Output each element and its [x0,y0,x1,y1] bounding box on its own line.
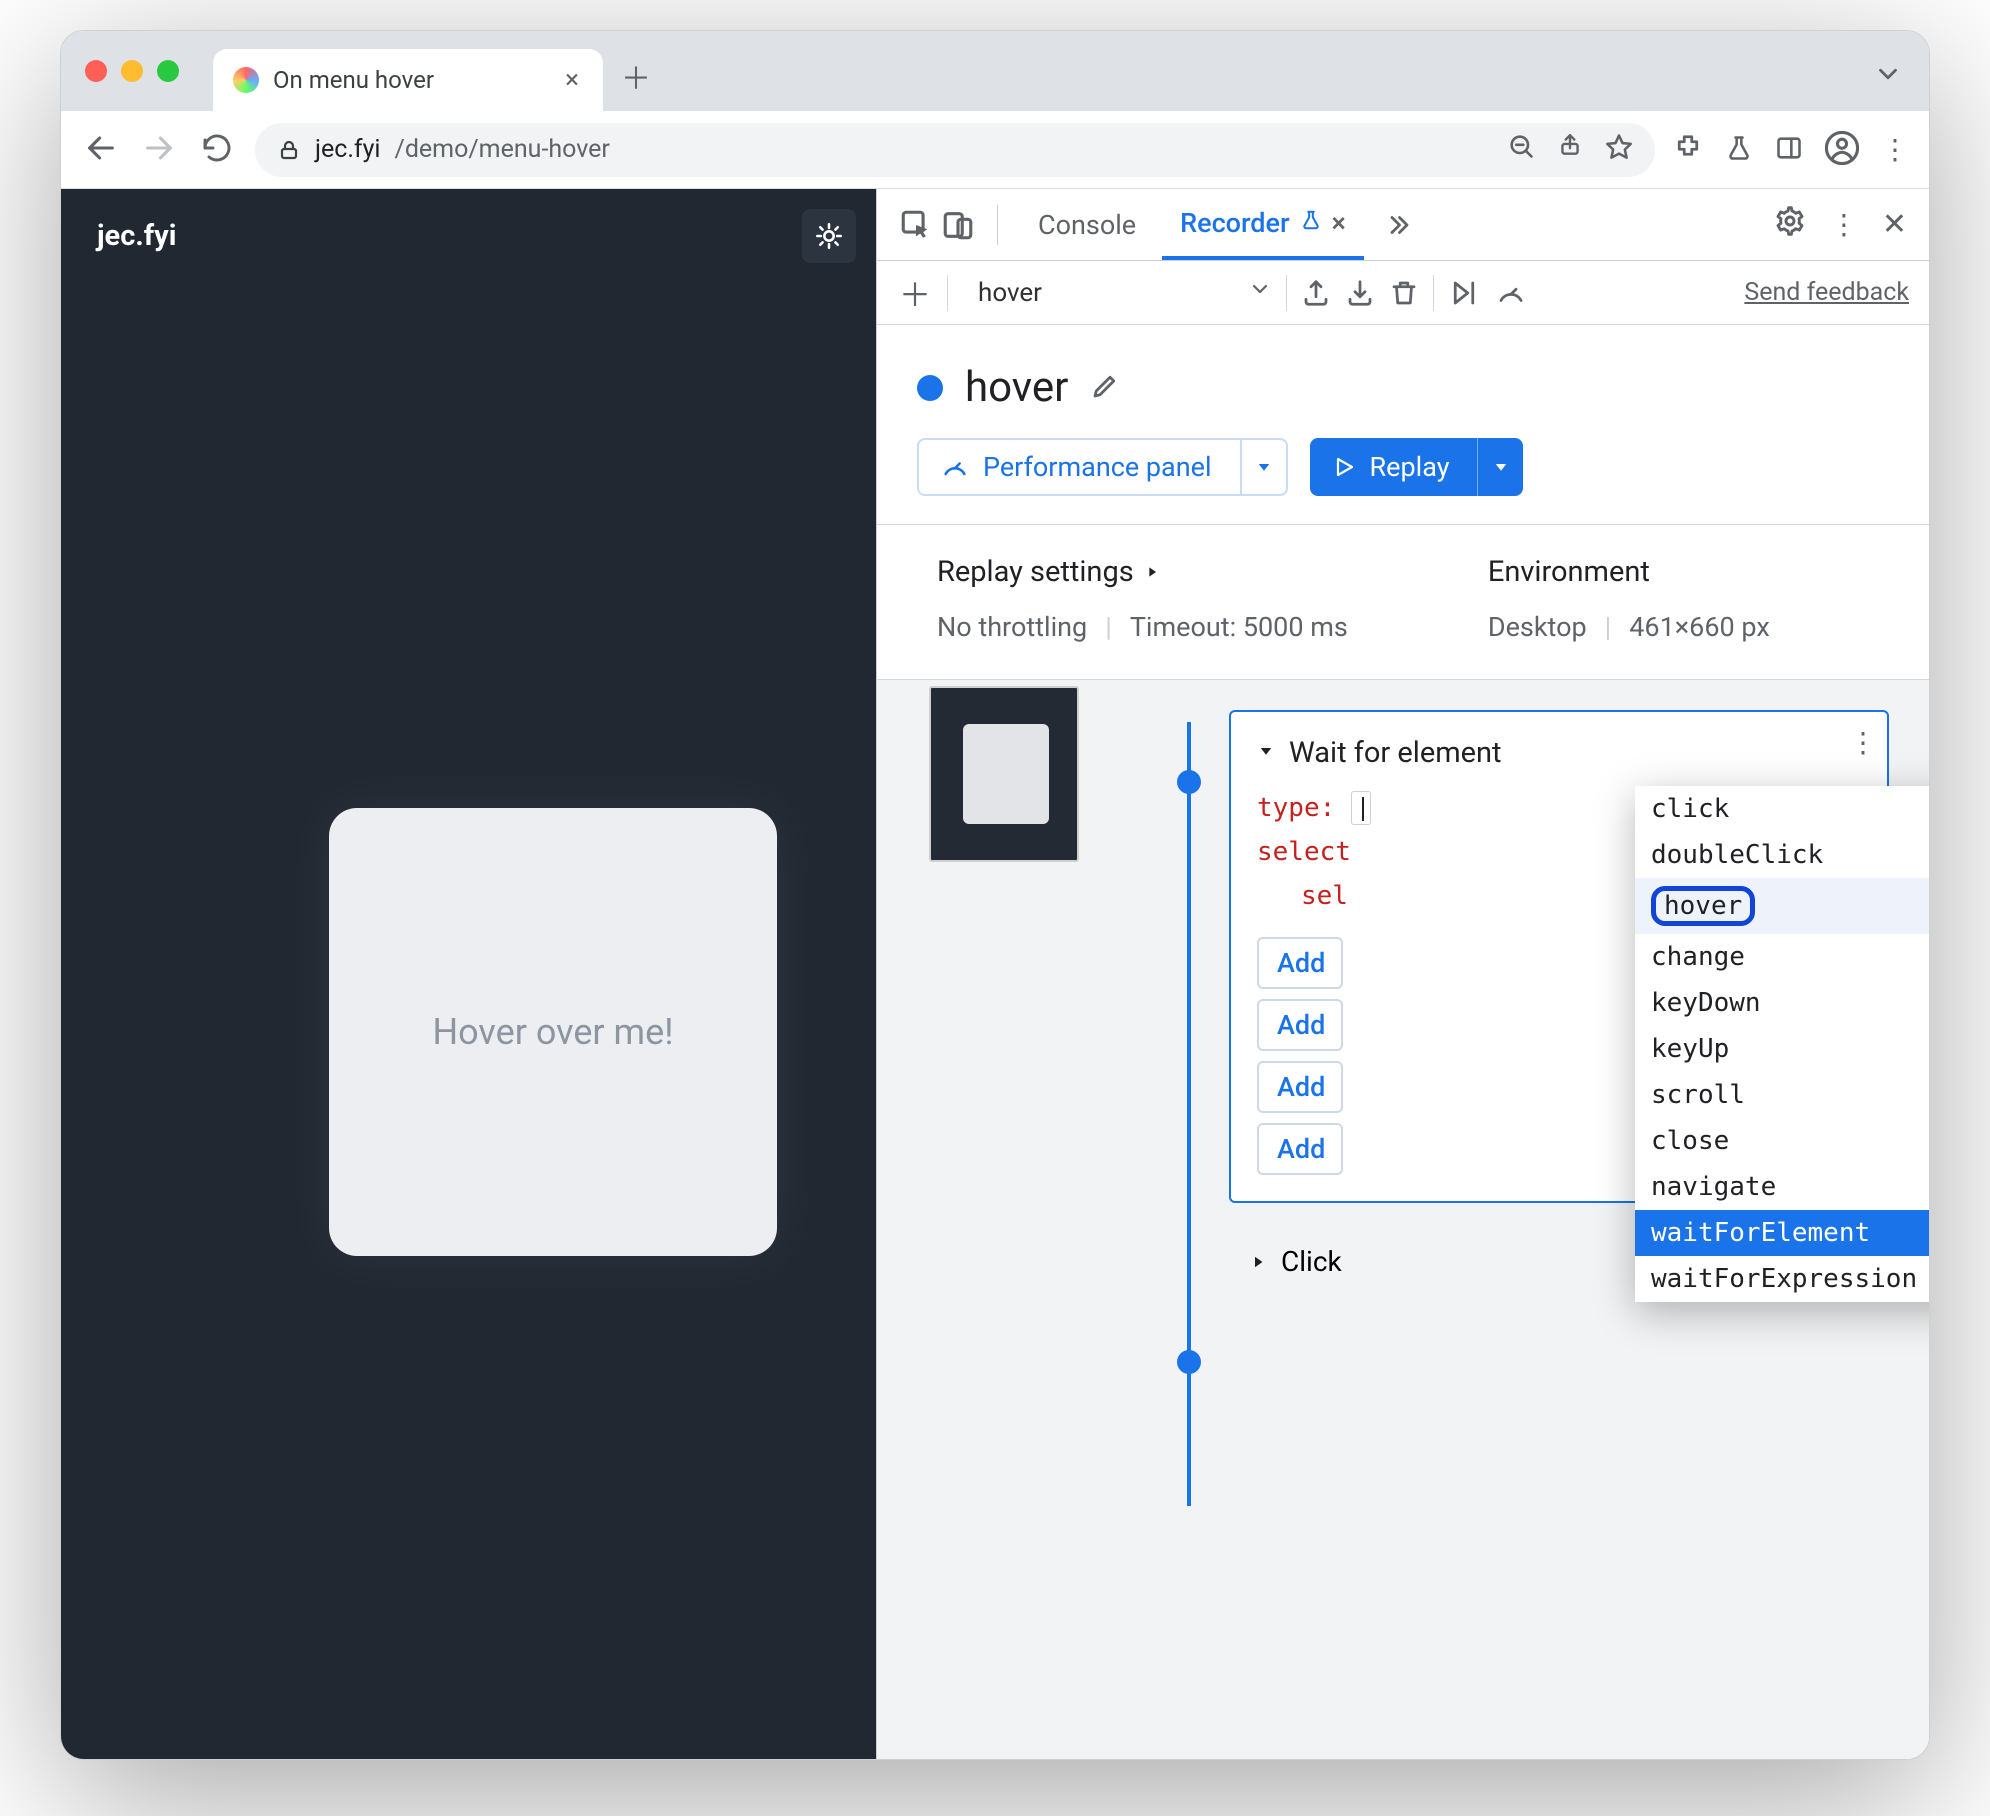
step-forward-icon[interactable] [1448,278,1480,308]
forward-button [139,131,179,169]
step-wait-for-element: Wait for element ⋮ type: select sel Add … [1229,710,1889,1203]
address-bar: jec.fyi/demo/menu-hover ⋮ [61,111,1929,189]
type-option-change[interactable]: change [1635,934,1930,980]
new-tab-button[interactable]: ＋ [613,53,659,99]
add-button[interactable]: Add [1257,937,1343,989]
profile-avatar[interactable] [1825,131,1859,169]
recording-settings: Replay settings No throttling | Timeout:… [877,525,1929,680]
tab-console[interactable]: Console [1020,189,1154,260]
type-option-hover[interactable]: hover [1635,878,1930,934]
add-button[interactable]: Add [1257,999,1343,1051]
browser-tab[interactable]: On menu hover × [213,49,603,111]
lock-icon [277,138,301,162]
type-option-waitforelement[interactable]: waitForElement [1635,1210,1930,1256]
recorder-toolbar: ＋ hover Send feedback [877,261,1929,325]
reload-button[interactable] [197,132,237,168]
favicon-icon [233,67,259,93]
device-value: Desktop [1488,611,1587,643]
replay-settings-header[interactable]: Replay settings [937,555,1348,589]
hover-card[interactable]: Hover over me! [329,808,777,1256]
speed-gauge-icon[interactable] [1494,278,1528,308]
chevron-down-icon [1248,277,1272,308]
delete-trash-icon[interactable] [1389,278,1419,308]
browser-window: On menu hover × ＋ jec.fyi/demo/menu-hove… [60,30,1930,1760]
steps-area: Hover over me! Wait for element ⋮ type: [877,680,1929,1759]
extensions-icon[interactable] [1673,133,1703,167]
environment-header: Environment [1488,555,1770,589]
rendered-page: jec.fyi Hover over me! [61,189,876,1759]
add-button[interactable]: Add [1257,1061,1343,1113]
replay-caret-icon[interactable] [1477,438,1523,496]
devtools-kebab-icon[interactable]: ⋮ [1830,208,1858,241]
close-window-icon[interactable] [85,60,107,82]
step-kebab-icon[interactable]: ⋮ [1849,726,1877,759]
send-feedback-link[interactable]: Send feedback [1744,278,1909,307]
share-icon[interactable] [1557,132,1583,167]
content-area: jec.fyi Hover over me! Console Recorder … [61,189,1929,1759]
timeline-node [1177,770,1201,794]
export-icon[interactable] [1301,278,1331,308]
recording-title: hover [965,363,1068,412]
type-option-doubleclick[interactable]: doubleClick [1635,832,1930,878]
performance-panel-button[interactable]: Performance panel [917,438,1288,496]
devtools-panel: Console Recorder × ⋮ ✕ ＋ hover [876,189,1929,1759]
type-autocomplete-dropdown: click doubleClick hover change keyDown k… [1635,786,1930,1302]
type-option-scroll[interactable]: scroll [1635,1072,1930,1118]
recording-selector[interactable]: hover [962,271,1272,315]
browser-toolbar: ⋮ [1673,131,1909,169]
type-input[interactable] [1351,791,1371,825]
type-option-keyup[interactable]: keyUp [1635,1026,1930,1072]
timeout-value: Timeout: 5000 ms [1130,611,1348,643]
url-path: /demo/menu-hover [395,135,610,164]
add-button[interactable]: Add [1257,1123,1343,1175]
tab-close-icon[interactable]: × [561,65,583,95]
window-controls [85,60,179,82]
type-option-keydown[interactable]: keyDown [1635,980,1930,1026]
step-thumbnail: Hover over me! [929,686,1079,862]
edit-title-icon[interactable] [1090,371,1120,405]
recording-dot-icon [917,375,943,401]
type-option-click[interactable]: click [1635,786,1930,832]
tab-strip: On menu hover × ＋ [61,31,1929,111]
throttling-value: No throttling [937,611,1087,643]
new-recording-button[interactable]: ＋ [897,270,933,316]
url-domain: jec.fyi [315,135,381,164]
devtools-close-icon[interactable]: ✕ [1882,207,1907,242]
more-tabs-icon[interactable] [1382,210,1412,240]
inspect-element-icon[interactable] [899,208,933,242]
tab-title: On menu hover [273,66,547,94]
type-option-close[interactable]: close [1635,1118,1930,1164]
bookmark-star-icon[interactable] [1605,132,1633,167]
devtools-tablist: Console Recorder × ⋮ ✕ [877,189,1929,261]
tab-close-icon[interactable]: × [1332,207,1346,239]
import-icon[interactable] [1345,278,1375,308]
omnibox[interactable]: jec.fyi/demo/menu-hover [255,123,1655,177]
expand-triangle-icon [1249,1245,1267,1278]
timeline-node [1177,1350,1201,1374]
settings-gear-icon[interactable] [1774,205,1806,245]
minimize-window-icon[interactable] [121,60,143,82]
page-brand[interactable]: jec.fyi [97,219,176,253]
theme-toggle-button[interactable] [802,209,856,263]
recorder-header: hover Performance panel Replay [877,325,1929,525]
browser-menu-icon[interactable]: ⋮ [1881,133,1909,166]
viewport-value: 461×660 px [1629,611,1770,643]
type-option-waitforexpression[interactable]: waitForExpression [1635,1256,1930,1302]
perf-caret-icon[interactable] [1240,440,1286,494]
device-toolbar-icon[interactable] [941,208,975,242]
beaker-icon [1300,209,1322,237]
tab-recorder[interactable]: Recorder × [1162,189,1364,260]
replay-button[interactable]: Replay [1310,438,1524,496]
back-button[interactable] [81,131,121,169]
collapse-triangle-icon[interactable] [1257,742,1275,764]
labs-icon[interactable] [1725,134,1753,166]
step-title: Wait for element [1289,736,1502,770]
fullscreen-window-icon[interactable] [157,60,179,82]
type-option-navigate[interactable]: navigate [1635,1164,1930,1210]
zoom-out-icon[interactable] [1507,132,1535,167]
timeline-rail [1187,722,1191,1506]
side-panel-icon[interactable] [1775,134,1803,166]
tabs-dropdown-icon[interactable] [1873,59,1903,93]
